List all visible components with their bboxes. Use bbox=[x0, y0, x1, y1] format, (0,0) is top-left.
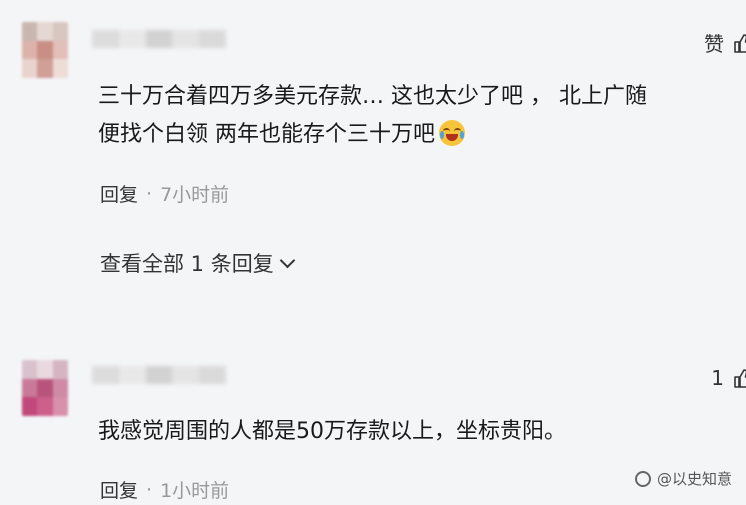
avatar[interactable] bbox=[22, 360, 68, 416]
thumbs-up-icon bbox=[732, 367, 746, 389]
watermark-logo-icon bbox=[634, 470, 651, 487]
thumbs-up-icon bbox=[732, 32, 746, 54]
avatar[interactable] bbox=[22, 22, 68, 78]
comment-meta: 回复 · 1小时前 bbox=[100, 476, 229, 503]
reply-button[interactable]: 回复 bbox=[100, 180, 138, 207]
comment-meta: 回复 · 7小时前 bbox=[100, 180, 229, 207]
comment-time: 7小时前 bbox=[160, 184, 230, 206]
view-all-replies-button[interactable]: 查看全部 1 条回复 bbox=[100, 248, 295, 278]
meta-separator: · bbox=[146, 478, 153, 501]
comment-text: 我感觉周围的人都是50万存款以上，坐标贵阳。 bbox=[98, 413, 746, 451]
like-label: 赞 bbox=[704, 32, 724, 56]
comment-text-line-2: 便找个白领 两年也能存个三十万吧 bbox=[98, 122, 435, 147]
like-button[interactable]: 赞 bbox=[704, 28, 746, 57]
comment-time: 1小时前 bbox=[160, 480, 230, 502]
like-button[interactable]: 1 bbox=[711, 366, 746, 390]
view-all-replies-label: 查看全部 1 条回复 bbox=[100, 252, 274, 276]
watermark: @以史知意 bbox=[634, 468, 732, 489]
like-count: 1 bbox=[711, 366, 724, 390]
chevron-down-icon bbox=[279, 252, 295, 269]
comment-text-line-1: 三十万合着四万多美元存款… 这也太少了吧 ， 北上广随 bbox=[98, 84, 647, 109]
laughing-crying-emoji-icon bbox=[439, 120, 465, 146]
reply-button[interactable]: 回复 bbox=[100, 476, 138, 503]
comment-text-line-1: 我感觉周围的人都是50万存款以上，坐标贵阳。 bbox=[98, 419, 566, 444]
watermark-text: @以史知意 bbox=[656, 470, 732, 488]
meta-separator: · bbox=[146, 182, 153, 205]
comment-text: 三十万合着四万多美元存款… 这也太少了吧 ， 北上广随 便找个白领 两年也能存个… bbox=[98, 78, 746, 154]
username-blurred[interactable] bbox=[92, 30, 226, 48]
username-blurred[interactable] bbox=[92, 366, 226, 384]
